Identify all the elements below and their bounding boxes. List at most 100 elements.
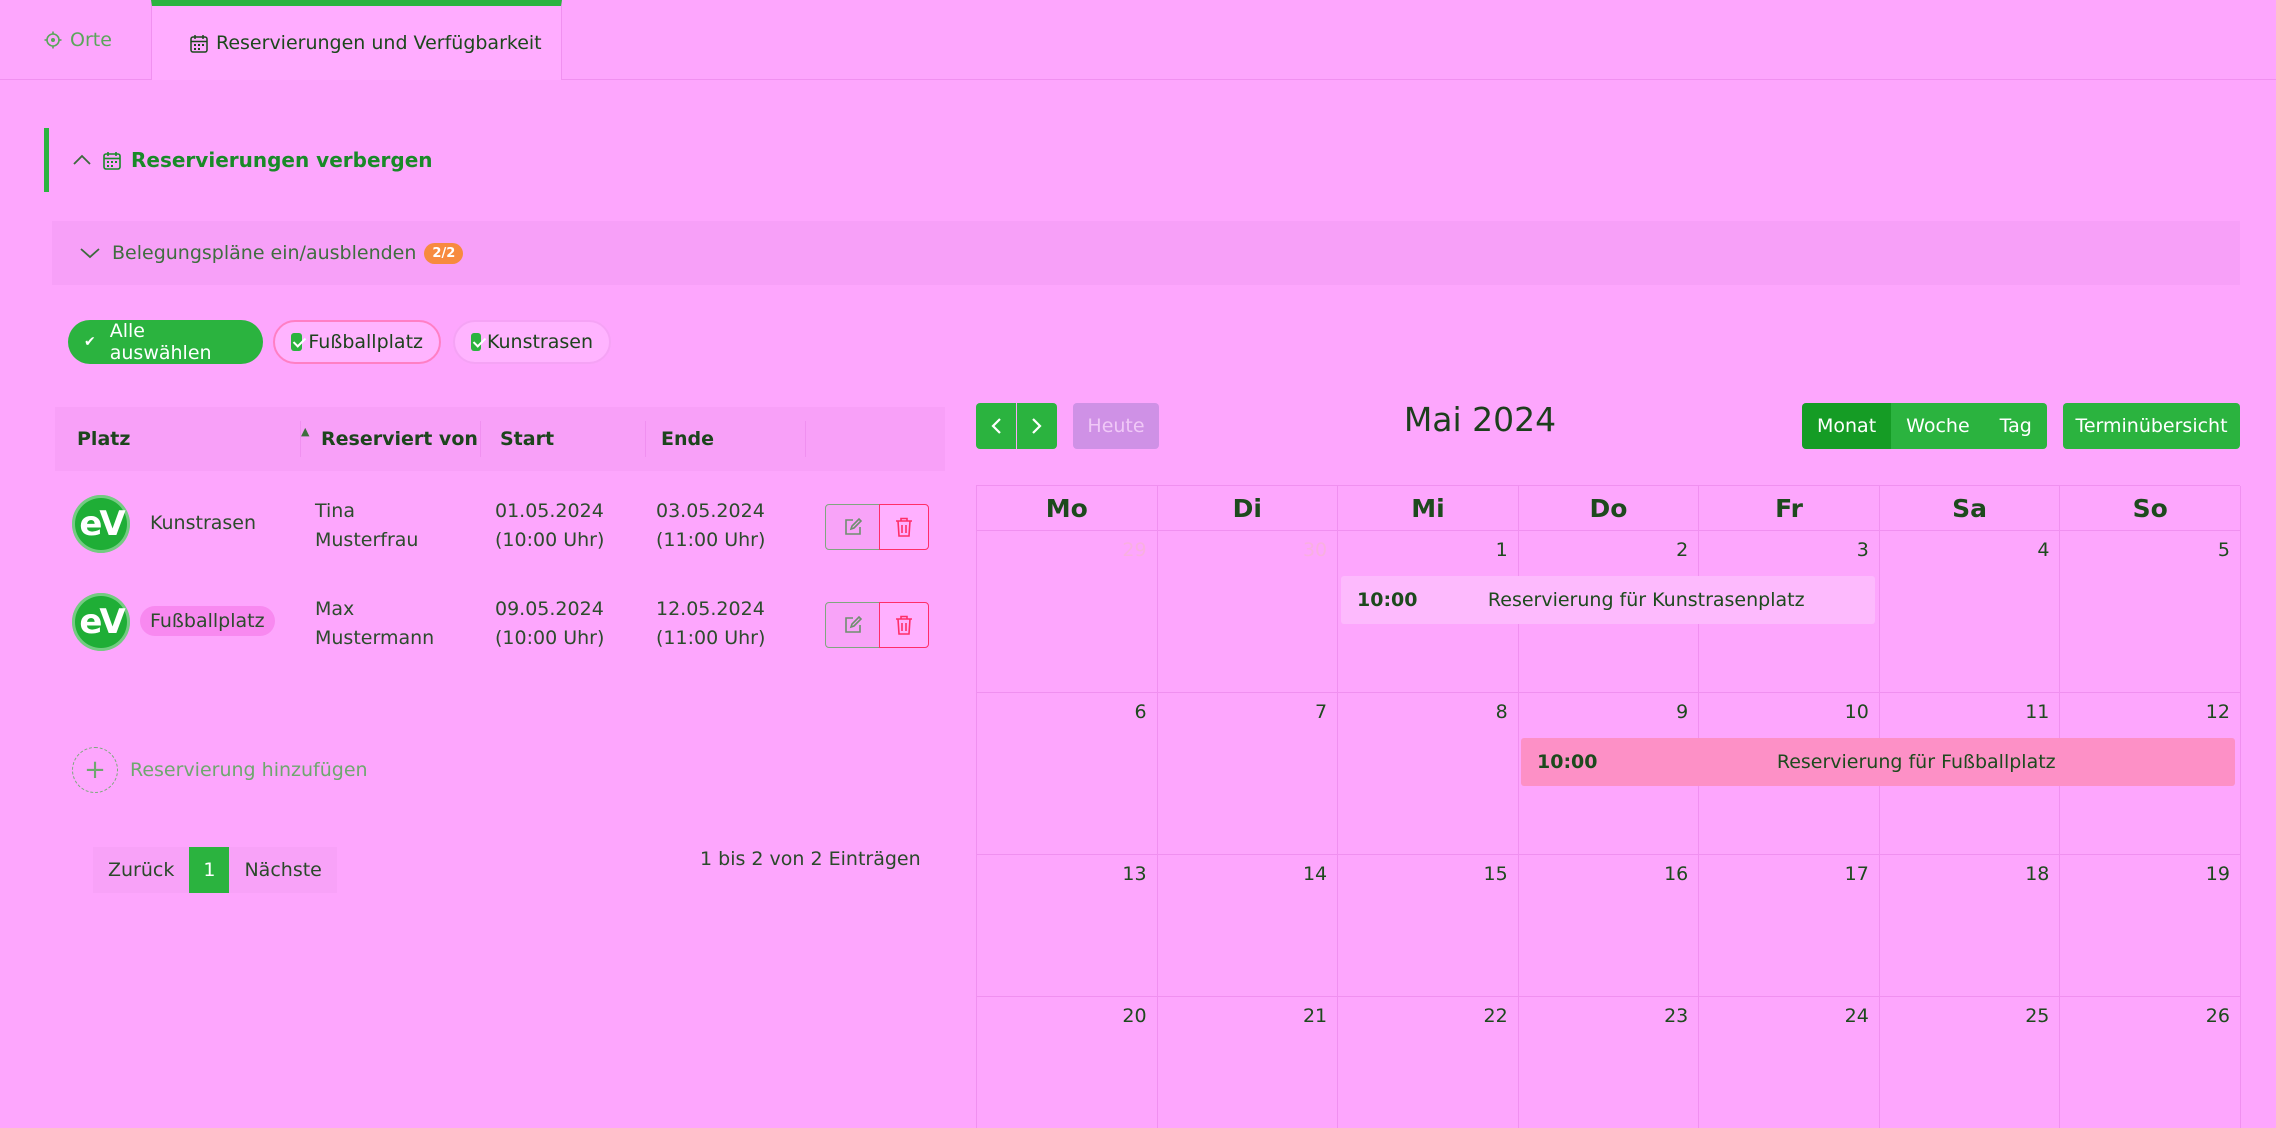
day-number[interactable]: 22 (1484, 1005, 1508, 1027)
day-cell[interactable]: 21 (1158, 997, 1339, 1128)
view-switcher: Monat Woche Tag (1802, 403, 2047, 449)
day-number[interactable]: 1 (1496, 539, 1508, 561)
add-reservation-button[interactable]: + Reservierung hinzufügen (72, 746, 368, 794)
filter-chip-label: Kunstrasen (486, 331, 593, 353)
edit-button[interactable] (825, 602, 881, 648)
day-number[interactable]: 14 (1303, 863, 1327, 885)
day-number[interactable]: 13 (1122, 863, 1146, 885)
day-number[interactable]: 3 (1857, 539, 1869, 561)
day-cell[interactable]: 14 (1157, 855, 1339, 997)
day-number[interactable]: 26 (2206, 1005, 2230, 1027)
day-number[interactable]: 8 (1496, 701, 1508, 723)
filter-chip-kunstrasen[interactable]: Kunstrasen (453, 320, 611, 364)
day-cell[interactable]: 13 (977, 855, 1158, 997)
day-number[interactable]: 4 (2037, 539, 2049, 561)
reservations-toggle[interactable]: Reservierungen verbergen (44, 128, 444, 192)
location-icon (44, 31, 62, 49)
delete-button[interactable] (879, 602, 929, 648)
day-number[interactable]: 23 (1664, 1005, 1688, 1027)
day-number[interactable]: 30 (1303, 539, 1327, 561)
pagination-page-button[interactable]: 1 (189, 847, 230, 893)
day-cell[interactable]: 6 (977, 693, 1158, 855)
day-number[interactable]: 17 (1845, 863, 1869, 885)
cell-platz: Fußballplatz (140, 573, 275, 669)
weekday-header: Mi (1338, 486, 1519, 531)
day-cell[interactable]: 25 (1880, 997, 2061, 1128)
day-number[interactable]: 12 (2206, 701, 2230, 723)
day-number[interactable]: 29 (1122, 539, 1146, 561)
day-cell[interactable]: 16 (1518, 855, 1700, 997)
cell-start: 01.05.2024 (10:00 Uhr) (495, 497, 604, 555)
platz-name: Fußballplatz (140, 606, 275, 636)
day-cell[interactable]: 23 (1519, 997, 1700, 1128)
reservations-toggle-label: Reservierungen verbergen (131, 148, 433, 172)
trash-icon (896, 615, 912, 635)
day-cell[interactable]: 24 (1699, 997, 1880, 1128)
tab-bar: Orte Reservierungen und Verfügbarkeit (0, 0, 2276, 80)
calendar-icon (103, 151, 121, 170)
day-number[interactable]: 20 (1122, 1005, 1146, 1027)
checkbox-checked-icon (471, 333, 481, 351)
table-row: eV Kunstrasen Tina Musterfrau 01.05.2024… (55, 475, 945, 571)
day-cell[interactable]: 17 (1699, 855, 1880, 997)
delete-button[interactable] (879, 504, 929, 550)
weekday-header: So (2060, 486, 2241, 531)
filter-chip-fussballplatz[interactable]: Fußballplatz (273, 320, 441, 364)
day-number[interactable]: 7 (1315, 701, 1327, 723)
day-cell[interactable]: 19 (2060, 855, 2241, 997)
column-header-start[interactable]: Start (500, 407, 554, 471)
overview-button[interactable]: Terminübersicht (2063, 403, 2240, 449)
tab-reservierungen[interactable]: Reservierungen und Verfügbarkeit (151, 0, 562, 80)
tab-orte[interactable]: Orte (0, 0, 150, 80)
day-number[interactable]: 10 (1845, 701, 1869, 723)
calendar-icon (190, 34, 208, 53)
pagination-next-button[interactable]: Nächste (229, 847, 337, 893)
day-cell[interactable]: 15 (1338, 855, 1519, 997)
day-number[interactable]: 15 (1484, 863, 1508, 885)
day-number[interactable]: 16 (1664, 863, 1688, 885)
view-week-button[interactable]: Woche (1891, 403, 1985, 449)
calendar-event[interactable]: 10:00 Reservierung für Fußballplatz (1521, 738, 2235, 786)
plus-icon: + (72, 747, 118, 793)
edit-icon (845, 517, 863, 535)
calendar-next-button[interactable] (1017, 403, 1057, 449)
last-name: Musterfrau (315, 529, 419, 551)
view-day-button[interactable]: Tag (1984, 403, 2047, 449)
day-number[interactable]: 19 (2206, 863, 2230, 885)
today-button[interactable]: Heute (1073, 403, 1159, 449)
select-all-button[interactable]: ✔ Alle auswählen (68, 320, 263, 364)
calendar-prev-button[interactable] (976, 403, 1016, 449)
calendar-event[interactable]: 10:00 Reservierung für Kunstrasenplatz (1341, 576, 1875, 624)
edit-icon (845, 615, 863, 633)
column-header-ende[interactable]: Ende (661, 407, 714, 471)
club-logo: eV (72, 593, 130, 651)
day-cell[interactable]: 26 (2060, 997, 2241, 1128)
day-cell[interactable]: 5 (2060, 531, 2241, 693)
day-number[interactable]: 6 (1134, 701, 1146, 723)
day-number[interactable]: 11 (2025, 701, 2049, 723)
edit-button[interactable] (825, 504, 881, 550)
day-cell[interactable]: 20 (977, 997, 1158, 1128)
day-cell[interactable]: 29 (977, 531, 1158, 693)
day-number[interactable]: 9 (1676, 701, 1688, 723)
column-header-platz[interactable]: Platz (77, 407, 130, 471)
cell-reserviert-von: Tina Musterfrau (315, 497, 418, 555)
day-cell[interactable]: 30 (1157, 531, 1339, 693)
day-number[interactable]: 5 (2218, 539, 2230, 561)
first-name: Tina (315, 500, 355, 522)
column-header-reserviert-von[interactable]: Reserviert von (321, 407, 478, 471)
day-cell[interactable]: 7 (1157, 693, 1339, 855)
day-number[interactable]: 25 (2025, 1005, 2049, 1027)
day-cell[interactable]: 22 (1338, 997, 1519, 1128)
day-number[interactable]: 2 (1676, 539, 1688, 561)
day-number[interactable]: 18 (2025, 863, 2049, 885)
day-number[interactable]: 24 (1845, 1005, 1869, 1027)
day-number[interactable]: 21 (1303, 1005, 1327, 1027)
plans-toggle[interactable]: Belegungspläne ein/ausblenden 2/2 (52, 221, 2240, 285)
pagination: Zurück 1 Nächste (93, 847, 337, 893)
day-cell[interactable]: 4 (1879, 531, 2061, 693)
day-cell[interactable]: 8 (1338, 693, 1519, 855)
day-cell[interactable]: 18 (1879, 855, 2061, 997)
pagination-prev-button[interactable]: Zurück (93, 847, 190, 893)
view-month-button[interactable]: Monat (1802, 403, 1892, 449)
